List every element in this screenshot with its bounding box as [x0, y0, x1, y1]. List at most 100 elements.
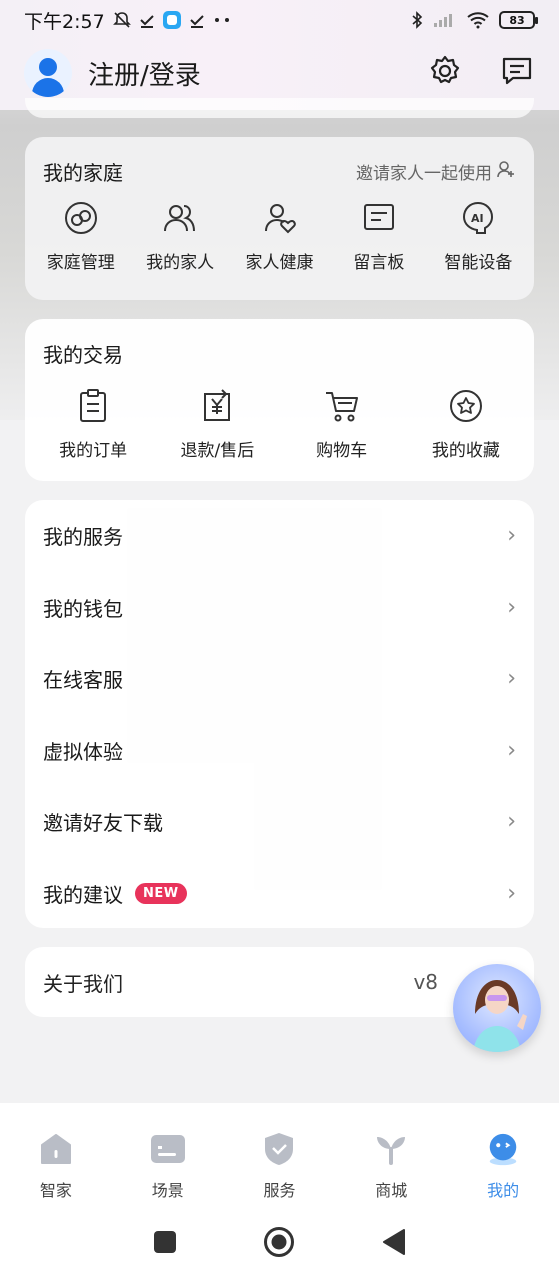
mute-bell-icon — [112, 11, 131, 29]
trade-title: 我的交易 — [43, 343, 123, 367]
favorite-icon — [446, 386, 486, 426]
me-icon — [485, 1131, 521, 1167]
app-notification-icon — [162, 11, 181, 29]
grid-label: 智能设备 — [444, 253, 513, 273]
menu-label: 我的建议 — [43, 882, 123, 907]
menu-my-services[interactable]: 我的服务 › — [25, 500, 534, 572]
grid-label: 我的订单 — [59, 441, 128, 461]
cart-item[interactable]: 购物车 — [280, 386, 404, 461]
message-board-item[interactable]: 留言板 — [329, 198, 428, 273]
grid-label: 留言板 — [353, 253, 405, 273]
service-shield-icon — [261, 1131, 297, 1167]
menu-card: 我的服务 › 我的钱包 › 在线客服 › 虚拟体验 › 邀请好友下载 › 我的建… — [25, 500, 534, 928]
signal-icon — [433, 12, 457, 28]
circle-home-icon — [263, 1226, 295, 1262]
family-manage-icon — [61, 198, 101, 238]
nav-label: 服务 — [263, 1181, 296, 1200]
family-title: 我的家庭 — [43, 161, 123, 185]
chevron-right-icon: › — [507, 523, 516, 549]
chevron-right-icon: › — [507, 594, 516, 620]
message-icon — [500, 54, 534, 92]
square-icon — [153, 1230, 177, 1258]
menu-label: 我的钱包 — [43, 596, 123, 621]
menu-my-wallet[interactable]: 我的钱包 › — [25, 572, 534, 644]
ai-device-icon: AI — [458, 198, 498, 238]
nav-label: 商城 — [375, 1181, 408, 1200]
bottom-navigation: 智家 场景 服务 商城 我的 — [0, 1103, 559, 1207]
menu-virtual-experience[interactable]: 虚拟体验 › — [25, 715, 534, 787]
status-time: 下午2:57 — [24, 10, 105, 33]
menu-label: 我的服务 — [43, 525, 123, 550]
nav-mall[interactable]: 商城 — [335, 1131, 447, 1201]
invite-label: 邀请家人一起使用 — [356, 164, 492, 184]
family-members-icon — [160, 198, 200, 238]
recent-apps-button[interactable] — [153, 1230, 177, 1258]
nav-label: 场景 — [151, 1181, 184, 1200]
home-button[interactable] — [263, 1226, 295, 1262]
nav-label: 智家 — [39, 1181, 72, 1200]
menu-my-suggestions[interactable]: 我的建议 NEW › — [25, 858, 534, 930]
back-triangle-icon — [382, 1228, 406, 1259]
messages-button[interactable] — [499, 55, 535, 91]
top-card-edge — [25, 98, 534, 118]
nav-scene[interactable]: 场景 — [112, 1131, 224, 1201]
trade-card: 我的交易 我的订单 退款/售后 购物车 我的收藏 — [25, 319, 534, 481]
family-members-item[interactable]: 我的家人 — [130, 198, 229, 273]
chevron-right-icon: › — [507, 737, 516, 763]
nav-me[interactable]: 我的 — [447, 1131, 559, 1201]
orders-item[interactable]: 我的订单 — [31, 386, 155, 461]
about-label: 关于我们 — [43, 971, 123, 996]
nav-home[interactable]: 智家 — [0, 1131, 112, 1201]
home-icon — [38, 1131, 74, 1167]
chevron-right-icon: › — [507, 666, 516, 692]
menu-invite-friends[interactable]: 邀请好友下载 › — [25, 786, 534, 858]
nav-service[interactable]: 服务 — [224, 1131, 336, 1201]
ai-device-item[interactable]: AI 智能设备 — [429, 198, 528, 273]
refund-icon — [197, 386, 237, 426]
menu-label: 邀请好友下载 — [43, 811, 163, 836]
grid-label: 购物车 — [316, 441, 368, 461]
settings-button[interactable] — [427, 55, 463, 91]
cart-icon — [322, 386, 362, 426]
favorites-item[interactable]: 我的收藏 — [404, 386, 528, 461]
grid-label: 家人健康 — [245, 253, 314, 273]
avatar[interactable] — [24, 49, 72, 97]
grid-label: 退款/售后 — [180, 441, 255, 461]
profile-header: 注册/登录 — [0, 40, 559, 106]
virtual-assistant-avatar[interactable] — [453, 964, 541, 1052]
menu-online-service[interactable]: 在线客服 › — [25, 643, 534, 715]
system-navigation-bar — [0, 1207, 559, 1280]
version-label: v8 — [413, 970, 438, 994]
nav-label: 我的 — [487, 1181, 520, 1200]
family-health-item[interactable]: 家人健康 — [230, 198, 329, 273]
bluetooth-icon — [411, 11, 423, 29]
gear-icon — [428, 54, 462, 92]
family-manage-item[interactable]: 家庭管理 — [31, 198, 130, 273]
battery-indicator: 83 — [499, 11, 538, 29]
refund-item[interactable]: 退款/售后 — [155, 386, 279, 461]
message-board-icon — [359, 198, 399, 238]
grid-label: 家庭管理 — [46, 253, 115, 273]
mall-icon — [373, 1131, 409, 1167]
check-icon — [189, 12, 205, 28]
check-icon — [139, 12, 155, 28]
new-badge: NEW — [135, 882, 187, 904]
svg-text:AI: AI — [471, 212, 484, 225]
grid-label: 我的家人 — [146, 253, 215, 273]
add-person-icon — [496, 159, 516, 184]
more-dots-icon — [213, 16, 231, 24]
menu-label: 虚拟体验 — [43, 739, 123, 764]
family-health-icon — [260, 198, 300, 238]
grid-label: 我的收藏 — [431, 441, 500, 461]
chevron-right-icon: › — [507, 880, 516, 906]
menu-label: 在线客服 — [43, 668, 123, 693]
chevron-right-icon: › — [507, 809, 516, 835]
order-icon — [73, 386, 113, 426]
login-register-link[interactable]: 注册/登录 — [88, 55, 201, 92]
scene-icon — [150, 1131, 186, 1167]
family-card: 我的家庭 邀请家人一起使用 家庭管理 我的家人 家人健康 留言板 AI 智能设备 — [25, 137, 534, 300]
status-bar: 下午2:57 83 — [0, 0, 559, 40]
invite-family-link[interactable]: 邀请家人一起使用 — [356, 159, 516, 184]
wifi-icon — [467, 11, 489, 29]
back-button[interactable] — [382, 1228, 406, 1259]
